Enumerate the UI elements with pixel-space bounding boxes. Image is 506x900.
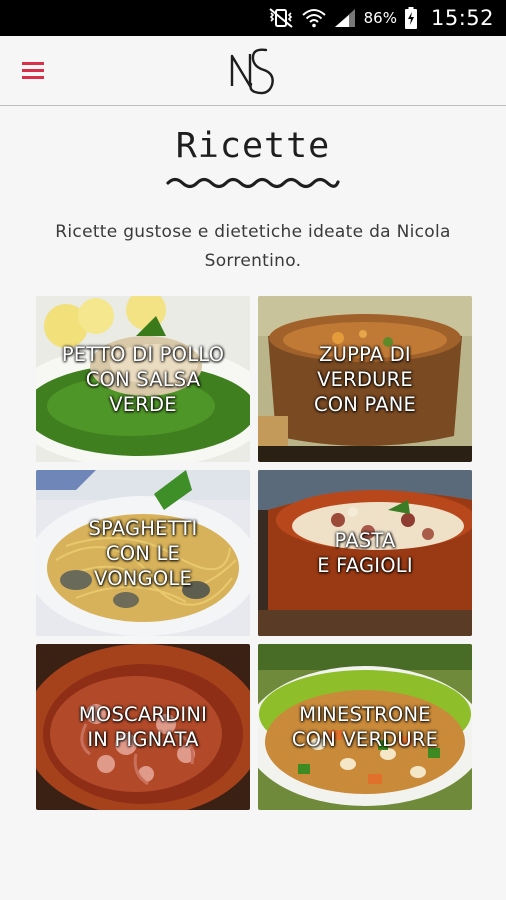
recipe-card[interactable]: PASTA E FAGIOLI xyxy=(258,470,472,636)
signal-icon xyxy=(334,8,356,28)
status-clock: 15:52 xyxy=(430,6,494,30)
recipe-card[interactable]: ZUPPA DI VERDURE CON PANE xyxy=(258,296,472,462)
recipe-title: PETTO DI POLLO CON SALSA VERDE xyxy=(61,342,225,416)
recipe-card[interactable]: PETTO DI POLLO CON SALSA VERDE xyxy=(36,296,250,462)
battery-charging-icon xyxy=(404,7,417,29)
app-bar xyxy=(0,36,506,106)
recipe-card[interactable]: MINESTRONE CON VERDURE xyxy=(258,644,472,810)
status-bar: 86% 15:52 xyxy=(0,0,506,36)
recipe-title: MOSCARDINI IN PIGNATA xyxy=(78,703,208,751)
recipe-title: SPAGHETTI CON LE VONGOLE xyxy=(88,516,198,590)
recipe-card[interactable]: SPAGHETTI CON LE VONGOLE xyxy=(36,470,250,636)
recipe-card[interactable]: MOSCARDINI IN PIGNATA xyxy=(36,644,250,810)
hamburger-menu-icon[interactable] xyxy=(18,58,50,84)
page-subtitle: Ricette gustose e dietetiche ideate da N… xyxy=(55,222,451,271)
wave-divider-icon xyxy=(166,177,340,189)
recipe-title: MINESTRONE CON VERDURE xyxy=(291,703,439,751)
ns-logo[interactable] xyxy=(222,40,284,102)
wifi-icon xyxy=(301,8,326,28)
vibrate-mute-icon xyxy=(268,8,294,28)
page-title: Ricette xyxy=(175,126,331,166)
recipe-title: ZUPPA DI VERDURE CON PANE xyxy=(313,342,417,416)
recipe-title: PASTA E FAGIOLI xyxy=(317,529,413,577)
battery-percentage: 86% xyxy=(363,9,397,27)
